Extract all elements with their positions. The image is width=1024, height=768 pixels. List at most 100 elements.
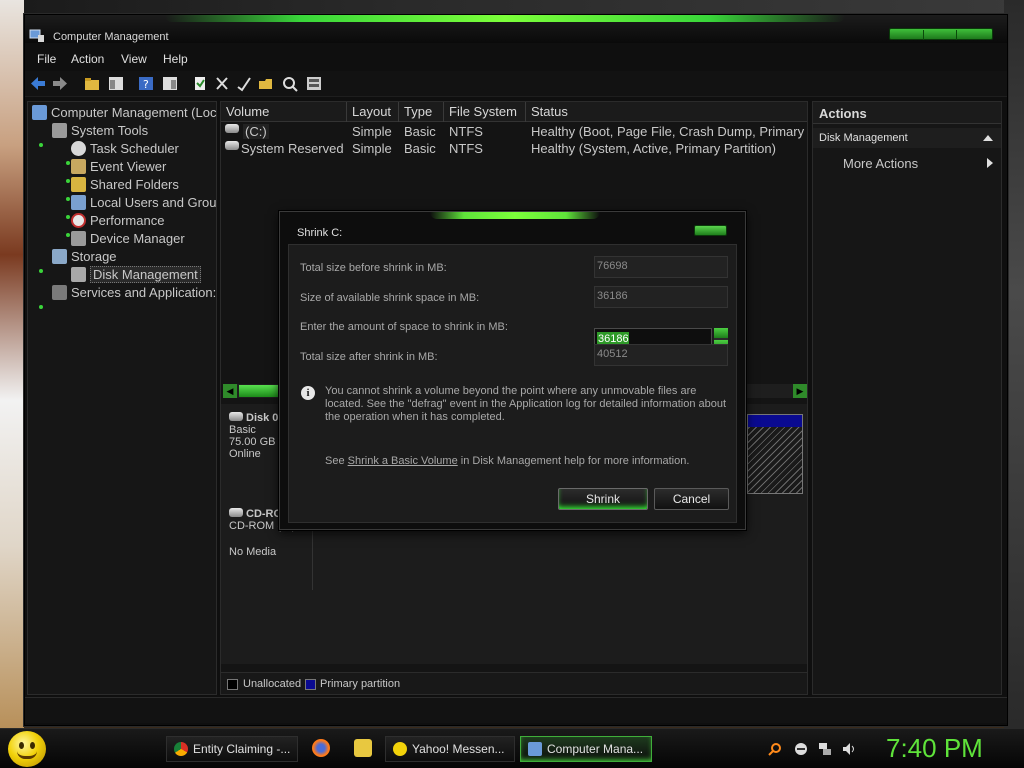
device-manager-icon — [71, 231, 86, 246]
legend-swatch-primary — [305, 679, 316, 690]
tree-item-label: Event Viewer — [90, 159, 167, 174]
maximize-button[interactable] — [924, 30, 958, 40]
show-hide-console-tree-icon[interactable] — [107, 75, 125, 92]
actions-section-label: Disk Management — [819, 132, 908, 144]
menu-view[interactable]: View — [121, 52, 147, 66]
help-link[interactable]: Shrink a Basic Volume — [348, 455, 458, 467]
settings-icon[interactable] — [305, 75, 323, 92]
tree-item-storage[interactable]: Storage — [52, 249, 117, 264]
firefox-icon[interactable] — [312, 739, 330, 757]
drive-icon — [225, 124, 239, 133]
desktop-background-left — [0, 0, 24, 728]
window-controls — [889, 28, 993, 40]
tree-item-disk-management[interactable]: Disk Management — [71, 266, 201, 283]
forward-arrow-icon[interactable] — [51, 75, 69, 92]
tree-item-services[interactable]: Services and Application: — [52, 285, 216, 300]
status-icon[interactable] — [794, 742, 808, 756]
column-header-layout[interactable]: Layout — [347, 102, 399, 122]
open-folder-icon[interactable] — [257, 75, 275, 92]
menu-file[interactable]: File — [37, 52, 56, 66]
disk-management-icon — [71, 267, 86, 282]
column-header-type[interactable]: Type — [399, 102, 444, 122]
menu-action[interactable]: Action — [71, 52, 104, 66]
more-actions-item[interactable]: More Actions — [843, 156, 918, 171]
taskbar-item-computer-management[interactable]: Computer Mana... — [520, 736, 652, 762]
toolbar: ? — [25, 71, 1007, 97]
tree-root[interactable]: Computer Management (Loc — [32, 105, 216, 120]
dialog-title: Shrink C: — [297, 227, 343, 239]
event-viewer-icon — [71, 159, 86, 174]
tree-item-performance[interactable]: Performance — [71, 213, 164, 228]
actions-section-disk-management[interactable]: Disk Management — [813, 128, 1001, 148]
tree-bullet — [66, 179, 70, 183]
up-folder-icon[interactable] — [83, 75, 101, 92]
tree-item-label: Disk Management — [90, 266, 201, 283]
tree-item-shared-folders[interactable]: Shared Folders — [71, 177, 179, 192]
taskbar-item-label: Yahoo! Messen... — [412, 742, 505, 756]
tree-item-task-scheduler[interactable]: Task Scheduler — [71, 141, 179, 156]
disk-icon — [229, 412, 243, 421]
tree-bullet — [39, 269, 43, 273]
properties-icon[interactable] — [191, 75, 209, 92]
back-arrow-icon[interactable] — [29, 75, 47, 92]
console-tree-pane: Computer Management (Loc System Tools Ta… — [27, 101, 217, 768]
tree-item-label: System Tools — [71, 123, 149, 138]
title-bar[interactable]: Computer Management — [25, 15, 1007, 43]
tree-bullet — [39, 143, 43, 147]
tree-item-local-users[interactable]: Local Users and Grou — [71, 195, 216, 210]
delete-icon[interactable] — [213, 75, 231, 92]
tree-item-device-manager[interactable]: Device Manager — [71, 231, 185, 246]
users-icon — [71, 195, 86, 210]
computer-management-icon — [29, 29, 44, 42]
chrome-icon — [174, 742, 188, 756]
volume-name: System Reserved — [241, 141, 344, 156]
tree-item-label: Storage — [71, 249, 117, 264]
available-space-label: Size of available shrink space in MB: — [300, 292, 480, 304]
help-icon[interactable]: ? — [137, 75, 155, 92]
title-bar-glow — [165, 15, 845, 22]
tree-item-event-viewer[interactable]: Event Viewer — [71, 159, 166, 174]
help-line-suffix: in Disk Management help for more informa… — [457, 455, 690, 467]
taskbar-clock[interactable]: 7:40 PM — [886, 733, 983, 764]
collapse-up-icon — [983, 135, 993, 141]
actions-pane: Actions Disk Management More Actions — [812, 101, 1002, 695]
volume-status: Healthy (System, Active, Primary Partiti… — [531, 141, 776, 156]
tree-bullet — [66, 161, 70, 165]
yahoo-messenger-icon — [393, 742, 407, 756]
scroll-left-button[interactable]: ◀ — [223, 384, 237, 398]
tree-item-system-tools[interactable]: System Tools — [52, 123, 148, 138]
show-action-pane-icon[interactable] — [161, 75, 179, 92]
shrink-button[interactable]: Shrink — [558, 488, 648, 510]
tree-item-label: Performance — [90, 213, 165, 228]
column-header-status[interactable]: Status — [526, 102, 809, 122]
total-before-label: Total size before shrink in MB: — [300, 262, 447, 274]
column-header-volume[interactable]: Volume — [221, 102, 347, 122]
volume-status: Healthy (Boot, Page File, Crash Dump, Pr… — [531, 124, 805, 139]
check-icon[interactable] — [235, 75, 253, 92]
info-message: You cannot shrink a volume beyond the po… — [325, 385, 727, 423]
column-header-file-system[interactable]: File System — [444, 102, 526, 122]
actions-header: Actions — [813, 102, 1001, 124]
dialog-close-button[interactable] — [694, 225, 727, 236]
cdrom-name-text: CD-RO — [246, 508, 283, 520]
minimize-button[interactable] — [890, 30, 924, 40]
search-icon[interactable] — [768, 742, 782, 756]
volume-file-system: NTFS — [449, 124, 483, 139]
volume-row[interactable]: (C:) Simple Basic NTFS Healthy (Boot, Pa… — [221, 124, 807, 141]
search-icon[interactable] — [281, 75, 299, 92]
menu-help[interactable]: Help — [163, 52, 188, 66]
disk-name-text: Disk 0 — [246, 412, 279, 424]
start-button-smiley-icon[interactable] — [8, 731, 46, 767]
folder-icon[interactable] — [354, 739, 372, 757]
taskbar-item-yahoo-messenger[interactable]: Yahoo! Messen... — [385, 736, 515, 762]
taskbar-item-chrome[interactable]: Entity Claiming -... — [166, 736, 298, 762]
tree-root-label: Computer Management (Loc — [51, 105, 217, 120]
volume-row[interactable]: System Reserved Simple Basic NTFS Health… — [221, 141, 807, 158]
unallocated-partition[interactable] — [747, 414, 803, 494]
network-icon[interactable] — [818, 742, 832, 756]
volume-icon[interactable] — [842, 742, 856, 756]
stepper-up-button[interactable] — [714, 328, 728, 338]
cancel-button[interactable]: Cancel — [654, 488, 729, 510]
close-button[interactable] — [957, 30, 991, 40]
scroll-right-button[interactable]: ▶ — [793, 384, 807, 398]
